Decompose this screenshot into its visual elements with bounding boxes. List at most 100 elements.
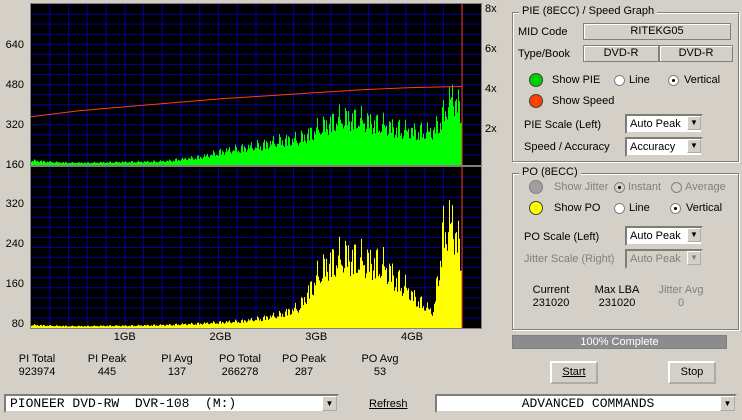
stat-pi-total: PI Total 923974 (8, 353, 66, 379)
po-bar (100, 325, 101, 328)
pie-bar (444, 121, 445, 165)
jitter-avg-stat: Jitter Avg 0 (650, 284, 712, 310)
pie-bar (189, 158, 190, 165)
pie-y-tick-label: 640 (5, 39, 24, 51)
po-line-radio[interactable] (614, 203, 625, 214)
pie-line-radio[interactable] (614, 75, 625, 86)
po-bar (334, 274, 335, 328)
po-bar (178, 324, 179, 328)
chevron-down-icon[interactable]: ▼ (687, 139, 701, 153)
commands-select[interactable]: ADVANCED COMMANDS ▼ (435, 394, 737, 413)
pie-bar (213, 150, 214, 165)
po-bar (294, 307, 295, 328)
po-bar (393, 275, 394, 328)
drive-select[interactable]: PIONEER DVD-RW DVR-108 (M:) ▼ (4, 394, 339, 413)
po-bar (276, 318, 277, 328)
pie-bar (161, 161, 162, 165)
po-bar (123, 325, 124, 328)
pie-bar (357, 128, 358, 165)
po-bar (289, 309, 290, 328)
pie-scale-select[interactable]: Auto Peak ▼ (625, 114, 703, 134)
po-bar (213, 321, 214, 328)
chevron-down-icon[interactable]: ▼ (322, 396, 337, 411)
po-bar (99, 326, 100, 328)
pie-bar (326, 120, 327, 165)
refresh-link[interactable]: Refresh (369, 398, 408, 410)
chevron-down-icon[interactable]: ▼ (720, 396, 735, 411)
pie-scale-label: PIE Scale (Left) (524, 119, 602, 131)
speed-color-swatch[interactable] (529, 94, 543, 108)
po-bar (137, 325, 138, 328)
pie-color-swatch[interactable] (529, 73, 543, 87)
po-bar (428, 308, 429, 328)
pie-bar (421, 122, 422, 165)
stat-value: 53 (373, 366, 387, 378)
speed-accuracy-select[interactable]: Accuracy ▼ (625, 137, 703, 157)
show-pie-label[interactable]: Show PIE (552, 74, 600, 86)
show-jitter-label: Show Jitter (554, 181, 609, 193)
pie-bar (351, 121, 352, 165)
pie-bar (369, 128, 370, 165)
pie-bar (374, 120, 375, 165)
pie-bar (117, 162, 118, 165)
po-bar (287, 315, 288, 328)
po-bar (228, 321, 229, 328)
pie-bar (199, 158, 200, 165)
po-bar (436, 278, 437, 328)
po-bar (420, 297, 421, 328)
pie-bar (157, 162, 158, 165)
start-button[interactable]: Start (550, 361, 598, 384)
po-scale-select[interactable]: Auto Peak ▼ (625, 226, 703, 246)
pie-bar (170, 160, 171, 165)
po-vertical-radio[interactable] (670, 203, 681, 214)
po-bar (323, 254, 324, 328)
pie-vertical-radio[interactable] (668, 75, 679, 86)
po-bar (424, 310, 425, 328)
pie-bar (403, 136, 404, 165)
pie-bar (74, 162, 75, 165)
show-speed-label[interactable]: Show Speed (552, 95, 614, 107)
pie-bar (92, 163, 93, 165)
pie-bar (63, 162, 64, 165)
pie-bar (204, 154, 205, 165)
po-bar (324, 258, 325, 328)
pie-bar (227, 151, 228, 165)
po-line-label[interactable]: Line (629, 202, 650, 214)
jitter-average-radio (671, 182, 682, 193)
po-bar (336, 265, 337, 328)
po-bar (296, 309, 297, 328)
po-bar (331, 276, 332, 328)
pie-bar (364, 123, 365, 165)
show-po-label[interactable]: Show PO (554, 202, 600, 214)
chevron-down-icon[interactable]: ▼ (687, 116, 701, 130)
chevron-down-icon[interactable]: ▼ (687, 228, 701, 242)
pie-bar (228, 149, 229, 165)
pie-vertical-label[interactable]: Vertical (684, 74, 720, 86)
pie-bar (218, 155, 219, 165)
po-bar (78, 325, 79, 328)
po-bar (432, 315, 433, 328)
pie-bar (166, 160, 167, 165)
pie-bar (257, 140, 258, 165)
pie-line-label[interactable]: Line (629, 74, 650, 86)
pie-bar (396, 127, 397, 165)
po-bar (65, 325, 66, 328)
pie-bar (332, 113, 333, 165)
pie-bar (406, 130, 407, 165)
pie-bar (202, 158, 203, 165)
po-bar (156, 325, 157, 328)
pie-bar (430, 127, 431, 165)
po-bar (338, 255, 339, 328)
po-bar (182, 323, 183, 328)
po-bar (88, 325, 89, 328)
po-color-swatch[interactable] (529, 201, 543, 215)
po-bar (241, 320, 242, 328)
po-bar (82, 326, 83, 328)
pie-bar (289, 137, 290, 165)
pie-bar (370, 114, 371, 165)
pie-bar (443, 99, 444, 165)
stop-button[interactable]: Stop (668, 361, 716, 384)
jitter-scale-value: Auto Peak (630, 253, 681, 265)
pie-bar (352, 113, 353, 165)
po-vertical-label[interactable]: Vertical (686, 202, 722, 214)
